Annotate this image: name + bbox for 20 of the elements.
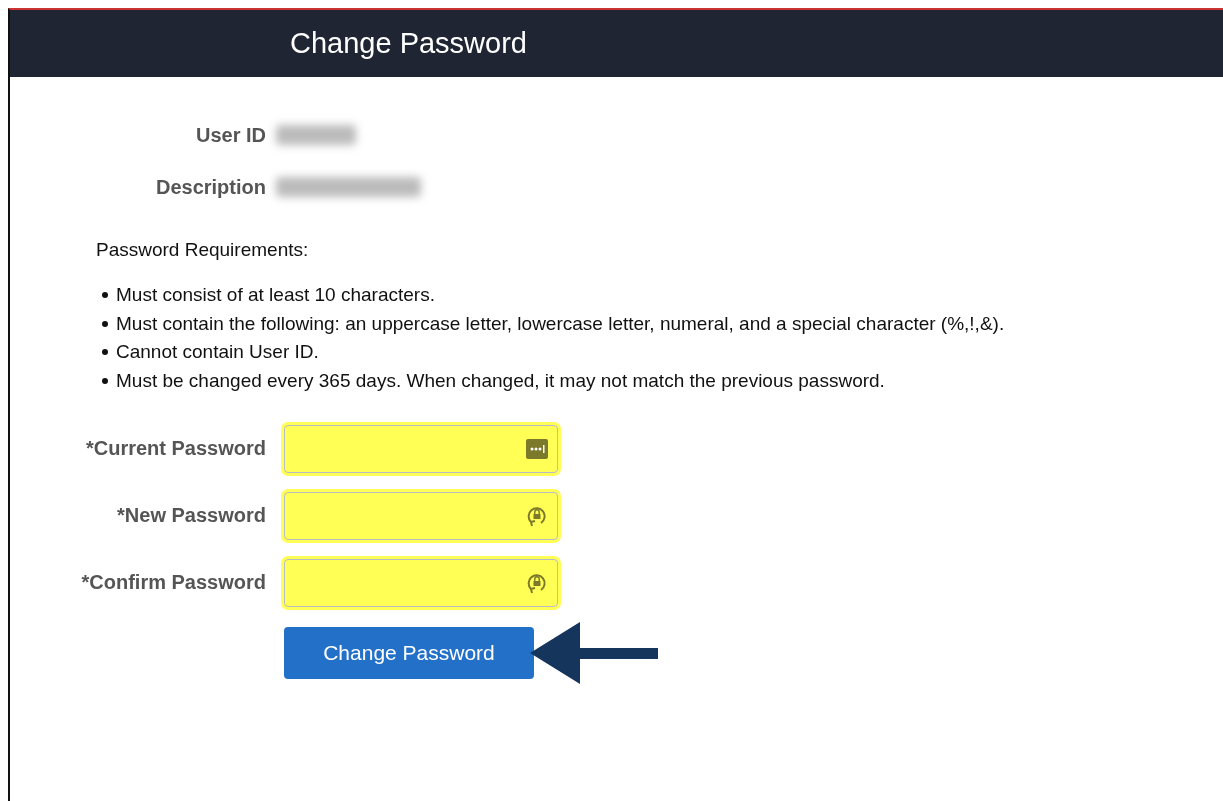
- bullet-icon: [102, 377, 108, 384]
- bullet-icon: [102, 349, 108, 356]
- requirement-text: Must consist of at least 10 characters.: [116, 284, 435, 307]
- requirements-heading: Password Requirements:: [96, 239, 310, 261]
- password-field[interactable]: [284, 558, 558, 607]
- password-field[interactable]: [284, 424, 558, 473]
- password-field[interactable]: [284, 491, 558, 540]
- requirement-text: Must be changed every 365 days. When changed, it may not match the previous password.: [116, 369, 885, 392]
- requirement-text: Must contain the following: an uppercase letter, lowercase letter, numeral, and a special character (%,!,&).: [116, 312, 1005, 335]
- password-dots-icon[interactable]: [526, 438, 548, 459]
- field-label: Description: [154, 175, 267, 199]
- bullet-icon: [102, 320, 108, 327]
- requirement-text: Cannot contain User ID.: [116, 341, 319, 364]
- field-label: *Current Password: [84, 437, 267, 460]
- page-title: Change Password: [290, 27, 527, 60]
- bullet-icon: [102, 292, 108, 299]
- field-label: User ID: [194, 123, 267, 147]
- field-label: *Confirm Password: [80, 571, 267, 594]
- field-label: *New Password: [116, 504, 267, 527]
- change-password-button[interactable]: Change Password: [284, 627, 534, 679]
